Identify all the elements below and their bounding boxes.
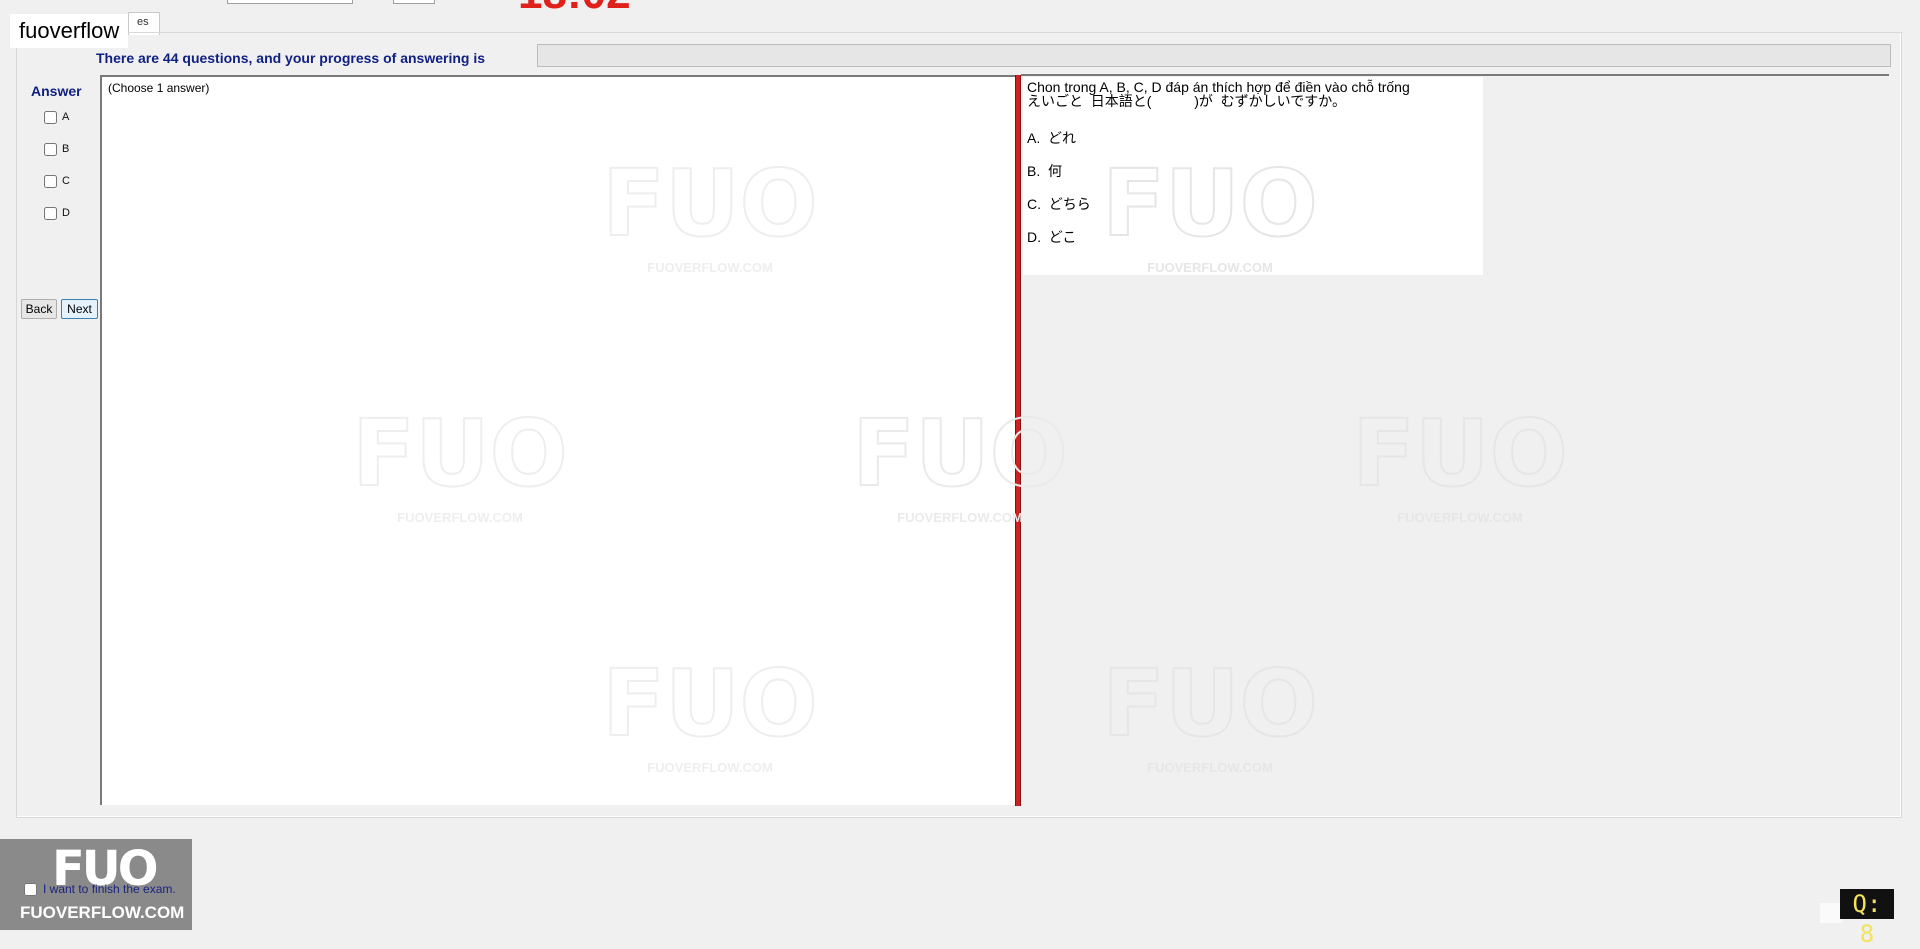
question-line-1: Chon trong A, B, C, D đáp án thích hợp đ… bbox=[1027, 79, 1410, 95]
countdown-timer: 18:02 bbox=[518, 0, 631, 16]
question-choice-a: A. どれ bbox=[1027, 130, 1077, 146]
question-number-badge: Q: 8 bbox=[1840, 889, 1894, 948]
answer-checkbox-c[interactable] bbox=[44, 174, 57, 188]
question-text: Chon trong A, B, C, D đáp án thích hợp đ… bbox=[1027, 80, 1410, 108]
exam-code-field[interactable] bbox=[227, 0, 353, 4]
answer-option-b[interactable]: B bbox=[44, 141, 69, 157]
answer-checkbox-d[interactable] bbox=[44, 206, 57, 220]
next-button[interactable]: Next bbox=[61, 299, 98, 319]
answer-option-a-label: A bbox=[62, 111, 70, 123]
answer-pane bbox=[100, 75, 1016, 805]
finish-exam-checkbox[interactable] bbox=[24, 882, 37, 896]
progress-label: There are 44 questions, and your progres… bbox=[96, 50, 485, 66]
finish-exam-label: I want to finish the exam. bbox=[43, 882, 176, 896]
fuo-logo-site: FUOVERFLOW.COM bbox=[20, 903, 185, 922]
question-pane-border bbox=[1021, 74, 1889, 76]
small-field[interactable] bbox=[393, 0, 435, 4]
badge-pad bbox=[1820, 903, 1842, 923]
answer-option-c-label: C bbox=[62, 175, 70, 187]
question-choice-c: C. どちら bbox=[1027, 196, 1091, 212]
finish-exam-option[interactable]: I want to finish the exam. bbox=[24, 882, 176, 896]
answer-checkbox-a[interactable] bbox=[44, 110, 57, 124]
pane-splitter[interactable] bbox=[1015, 75, 1021, 806]
answer-option-a[interactable]: A bbox=[44, 109, 69, 125]
answer-title: Answer bbox=[31, 83, 82, 99]
question-choice-d: D. どこ bbox=[1027, 229, 1077, 245]
answer-checkbox-b[interactable] bbox=[44, 142, 57, 156]
progress-bar bbox=[537, 44, 1891, 67]
answer-option-d-label: D bbox=[62, 207, 70, 219]
exam-tab-label: es bbox=[137, 16, 149, 28]
question-line-2: えいごと 日本語と( )が むずかしいですか。 bbox=[1027, 93, 1346, 109]
answer-option-c[interactable]: C bbox=[44, 173, 70, 189]
back-button[interactable]: Back bbox=[21, 299, 57, 319]
answer-option-d[interactable]: D bbox=[44, 205, 70, 221]
answer-option-b-label: B bbox=[62, 143, 70, 155]
choose-instruction: (Choose 1 answer) bbox=[108, 81, 210, 95]
brand-label: fuoverflow bbox=[10, 14, 129, 48]
question-choice-b: B. 何 bbox=[1027, 163, 1063, 179]
